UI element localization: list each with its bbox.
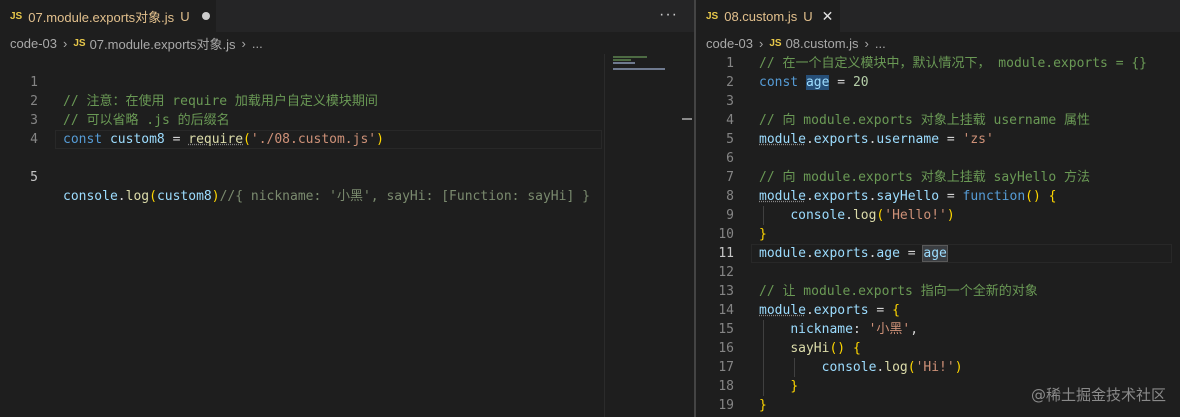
code-line-current[interactable]: 11 module.exports.age = age (696, 244, 1180, 263)
code-text: } (759, 227, 767, 242)
line-number: 3 (726, 94, 734, 109)
line-number: 17 (718, 360, 734, 375)
watermark: @稀土掘金技术社区 (1030, 386, 1166, 404)
code-line[interactable]: 10} (696, 225, 1180, 244)
breadcrumb-more[interactable]: ... (252, 36, 263, 51)
line-number: 19 (718, 398, 734, 413)
breadcrumb: code-03 › JS 08.custom.js › ... (696, 32, 1180, 54)
code-line[interactable]: 16 sayHi() { (696, 339, 1180, 358)
code-text: } (759, 398, 767, 413)
tab-08-custom[interactable]: JS 08.custom.js U ✕ (696, 0, 840, 32)
code-line[interactable]: 1 // 注意：在使用 require 加载用户自定义模块期间 (0, 54, 694, 109)
line-number: 8 (726, 189, 734, 204)
line-number: 10 (718, 227, 734, 242)
close-icon[interactable]: ✕ (822, 8, 834, 25)
right-tab-bar: JS 08.custom.js U ✕ (696, 0, 1180, 32)
minimap-line (613, 56, 647, 58)
breadcrumb-file[interactable]: 08.custom.js (786, 36, 859, 51)
code-text: module.exports.age = age (759, 245, 948, 262)
minimap-line (613, 59, 631, 61)
breadcrumb-file[interactable]: 07.module.exports对象.js (90, 34, 236, 53)
code-editor[interactable]: 1 // 注意：在使用 require 加载用户自定义模块期间 2 // 可以省… (0, 54, 694, 417)
code-text: // 向 module.exports 对象上挂载 sayHello 方法 (759, 170, 1090, 185)
code-line[interactable]: 2 // 可以省略 .js 的后缀名 (0, 73, 694, 128)
chevron-right-icon: › (62, 35, 68, 51)
tab-label: 07.module.exports对象.js (28, 9, 175, 25)
line-number: 6 (726, 151, 734, 166)
breadcrumb: code-03 › JS 07.module.exports对象.js › ..… (0, 32, 694, 54)
line-number: 16 (718, 341, 734, 356)
line-number: 14 (718, 303, 734, 318)
js-file-icon: JS (73, 37, 86, 49)
untracked-badge: U (803, 8, 813, 24)
line-number: 9 (726, 208, 734, 223)
code-line[interactable]: 1 // 在一个自定义模块中，默认情况下， module.exports = {} (696, 54, 1180, 73)
code-text: module.exports.username = 'zs' (759, 132, 994, 147)
code-text: sayHi() { (790, 341, 861, 356)
code-line[interactable]: 2 const age = 20 (696, 73, 1180, 92)
code-text: const age = 20 (759, 75, 869, 90)
line-number: 2 (726, 75, 734, 90)
scroll-position-mark (682, 118, 692, 120)
line-number: 4 (726, 113, 734, 128)
line-number: 18 (718, 379, 734, 394)
code-line[interactable]: 6 (696, 149, 1180, 168)
minimap-line (613, 62, 635, 64)
code-line[interactable]: 7 // 向 module.exports 对象上挂载 sayHello 方法 (696, 168, 1180, 187)
code-line[interactable]: 5 module.exports.username = 'zs' (696, 130, 1180, 149)
line-number: 13 (718, 284, 734, 299)
js-file-icon: JS (10, 10, 23, 22)
line-number: 12 (718, 265, 734, 280)
minimap-line (613, 68, 665, 70)
code-text: nickname: '小黑', (790, 322, 919, 337)
current-line-highlight (55, 130, 602, 149)
code-text: module.exports.sayHello = function() { (759, 189, 1057, 204)
code-text: module.exports = { (759, 303, 900, 318)
line-number: 7 (726, 170, 734, 185)
code-line[interactable]: 13 // 让 module.exports 指向一个全新的对象 (696, 282, 1180, 301)
code-line[interactable]: 4 // 向 module.exports 对象上挂载 username 属性 (696, 111, 1180, 130)
code-line[interactable]: 3 const custom8 = require('./08.custom.j… (0, 92, 694, 147)
code-text: } (790, 379, 799, 394)
code-text: console.log('Hi!') (821, 360, 963, 375)
left-tab-bar: JS 07.module.exports对象.js U ··· (0, 0, 694, 32)
code-line[interactable]: 15 nickname: '小黑', (696, 320, 1180, 339)
breadcrumb-folder[interactable]: code-03 (706, 36, 753, 51)
js-file-icon: JS (769, 37, 782, 49)
code-line[interactable]: 4 (0, 111, 694, 147)
right-editor-pane: JS 08.custom.js U ✕ code-03 › JS 08.cust… (696, 0, 1180, 417)
code-line[interactable]: 8 module.exports.sayHello = function() { (696, 187, 1180, 206)
code-editor[interactable]: 1 // 在一个自定义模块中，默认情况下， module.exports = {}… (696, 54, 1180, 417)
chevron-right-icon: › (758, 35, 764, 51)
more-actions-icon[interactable]: ··· (659, 6, 678, 24)
code-line-current[interactable]: 5 console.log(custom8)//{ nickname: '小黑'… (0, 130, 694, 204)
code-text: console.log(custom8)//{ nickname: '小黑', … (63, 189, 590, 204)
line-number: 15 (718, 322, 734, 337)
unsaved-dot-icon[interactable] (201, 12, 210, 20)
breadcrumb-more[interactable]: ... (875, 36, 886, 51)
left-editor-pane: JS 07.module.exports对象.js U ··· code-03 … (0, 0, 694, 417)
line-number: 5 (726, 132, 734, 147)
code-text: // 在一个自定义模块中，默认情况下， module.exports = {} (759, 56, 1148, 71)
tab-07-module-exports[interactable]: JS 07.module.exports对象.js U (0, 0, 216, 32)
breadcrumb-folder[interactable]: code-03 (10, 36, 57, 51)
chevron-right-icon: › (864, 35, 869, 51)
code-line[interactable]: 3 (696, 92, 1180, 111)
code-line[interactable]: 12 (696, 263, 1180, 282)
code-text: console.log('Hello!') (790, 208, 955, 223)
code-text: // 让 module.exports 指向一个全新的对象 (759, 284, 1038, 299)
code-line[interactable]: 9 console.log('Hello!') (696, 206, 1180, 225)
chevron-right-icon: › (241, 35, 246, 51)
js-file-icon: JS (706, 10, 719, 22)
line-number: 11 (718, 246, 734, 261)
minimap[interactable] (604, 54, 681, 417)
code-line[interactable]: 14 module.exports = { (696, 301, 1180, 320)
line-number: 5 (30, 170, 38, 185)
vertical-scrollbar[interactable] (680, 54, 694, 417)
tab-label: 08.custom.js (724, 8, 798, 24)
untracked-badge: U (180, 8, 190, 24)
code-line[interactable]: 17 console.log('Hi!') (696, 358, 1180, 377)
line-number: 1 (726, 56, 734, 71)
code-text: // 向 module.exports 对象上挂载 username 属性 (759, 113, 1090, 128)
